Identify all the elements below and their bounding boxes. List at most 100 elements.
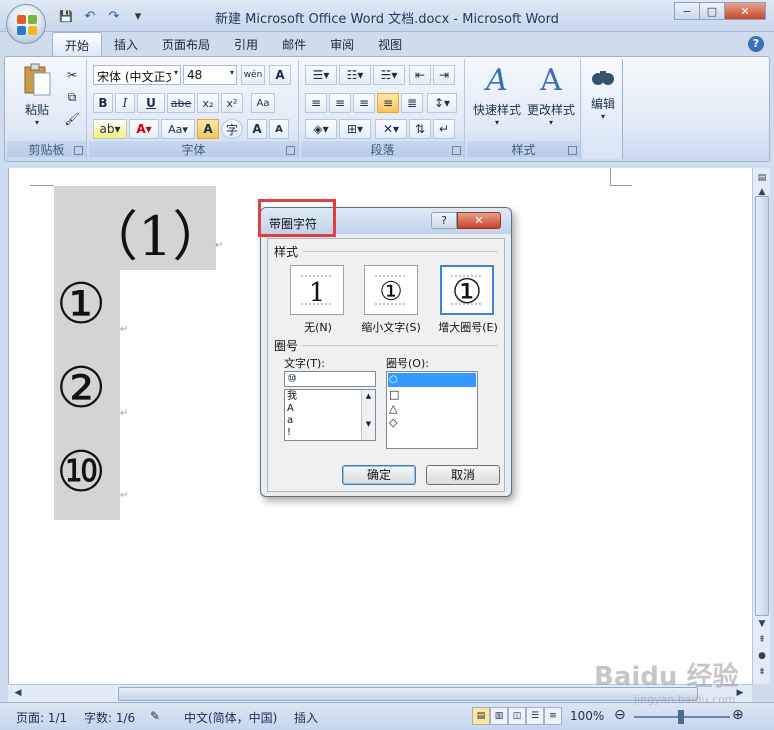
list-item[interactable]: 我 bbox=[287, 391, 297, 402]
enclose-characters-button[interactable]: 字 bbox=[221, 119, 243, 139]
zoom-slider-thumb[interactable] bbox=[678, 710, 684, 724]
phonetic-guide-button[interactable]: wén bbox=[241, 65, 265, 85]
style-option-none[interactable]: 1 bbox=[290, 265, 344, 315]
vertical-scroll-thumb[interactable] bbox=[755, 196, 769, 616]
tab-page-layout[interactable]: 页面布局 bbox=[150, 32, 222, 56]
list-item-selected[interactable]: ○ bbox=[388, 373, 476, 387]
bold-button[interactable]: B bbox=[93, 93, 113, 113]
dialog-close-button[interactable]: ✕ bbox=[457, 212, 501, 229]
highlight-icon[interactable]: ab▾ bbox=[93, 119, 127, 139]
show-marks-icon[interactable]: ↵ bbox=[433, 119, 455, 139]
line-spacing-icon[interactable]: ↕▾ bbox=[427, 93, 457, 113]
maximize-button[interactable]: □ bbox=[699, 2, 725, 20]
strikethrough-button[interactable]: abe bbox=[167, 93, 195, 113]
underline-button[interactable]: U bbox=[137, 93, 165, 113]
tab-review[interactable]: 审阅 bbox=[318, 32, 366, 56]
scroll-up-icon[interactable]: ▲ bbox=[362, 392, 375, 400]
tab-insert[interactable]: 插入 bbox=[102, 32, 150, 56]
tab-home[interactable]: 开始 bbox=[52, 32, 103, 56]
language-indicator[interactable]: 中文(简体，中国) bbox=[184, 709, 277, 726]
zoom-in-icon[interactable]: ⊕ bbox=[732, 707, 744, 723]
font-color-icon[interactable]: A▾ bbox=[129, 119, 159, 139]
font-name-combo[interactable]: 宋体 (中文正文)▾ bbox=[93, 65, 181, 85]
style-option-shrink-text[interactable]: ① bbox=[364, 265, 418, 315]
text-options-list[interactable]: 我 A a ! ▲ ▼ bbox=[284, 389, 376, 441]
page-count[interactable]: 页面: 1/1 bbox=[16, 709, 67, 726]
format-painter-icon[interactable]: 🖌 bbox=[63, 109, 81, 129]
dialog-help-button[interactable]: ? bbox=[431, 212, 457, 229]
help-icon[interactable]: ? bbox=[748, 36, 764, 52]
bullets-icon[interactable]: ☰▾ bbox=[305, 65, 337, 85]
web-layout-icon[interactable]: ◫ bbox=[508, 707, 526, 725]
change-case-button[interactable]: Aa▾ bbox=[161, 119, 195, 139]
character-shading-button[interactable]: A bbox=[197, 119, 219, 139]
cut-icon[interactable]: ✂ bbox=[63, 65, 81, 85]
zoom-out-icon[interactable]: ⊖ bbox=[614, 707, 626, 723]
sort-icon[interactable]: ⇅ bbox=[409, 119, 431, 139]
tab-references[interactable]: 引用 bbox=[222, 32, 270, 56]
outline-icon[interactable]: ☰ bbox=[526, 707, 544, 725]
text-input[interactable]: ⑩ bbox=[284, 371, 376, 387]
font-launcher-icon[interactable] bbox=[286, 146, 295, 155]
shrink-font-button[interactable]: A bbox=[269, 119, 289, 139]
list-item[interactable]: a bbox=[287, 415, 293, 426]
align-right-icon[interactable]: ≡ bbox=[353, 93, 375, 113]
chinese-layout-icon[interactable]: ✕▾ bbox=[375, 119, 407, 139]
insert-mode[interactable]: 插入 bbox=[294, 709, 318, 726]
editing-button[interactable]: 编辑 ▾ bbox=[583, 63, 623, 121]
list-scrollbar[interactable]: ▲ ▼ bbox=[361, 390, 375, 440]
increase-indent-icon[interactable]: ⇥ bbox=[433, 65, 455, 85]
proofing-icon[interactable]: ✎ bbox=[150, 709, 160, 723]
superscript-button[interactable]: x² bbox=[221, 93, 243, 113]
style-enlarge-preview: ① bbox=[451, 272, 483, 310]
office-button[interactable] bbox=[6, 4, 46, 44]
scroll-left-icon[interactable]: ◀ bbox=[10, 685, 26, 701]
paste-button[interactable]: 粘贴 ▾ bbox=[13, 63, 61, 127]
cancel-button[interactable]: 取消 bbox=[426, 465, 500, 485]
font-group: 宋体 (中文正文)▾ 48▾ wén A B I U abe x₂ x² Aa … bbox=[89, 59, 299, 159]
align-left-icon[interactable]: ≡ bbox=[305, 93, 327, 113]
clear-formatting-button[interactable]: Aa bbox=[251, 93, 275, 113]
close-button[interactable]: ✕ bbox=[724, 2, 766, 20]
font-size-combo[interactable]: 48 ▾ bbox=[183, 65, 237, 85]
italic-button[interactable]: I bbox=[115, 93, 135, 113]
scroll-down-icon[interactable]: ▼ bbox=[754, 616, 770, 632]
subscript-button[interactable]: x₂ bbox=[197, 93, 219, 113]
style-option-enlarge-symbol[interactable]: ① bbox=[440, 265, 494, 315]
justify-icon[interactable]: ≡ bbox=[377, 93, 399, 113]
multilevel-list-icon[interactable]: ☵▾ bbox=[373, 65, 405, 85]
enclosure-list[interactable]: ○ □ △ ◇ bbox=[386, 371, 478, 449]
list-item[interactable]: ! bbox=[287, 427, 291, 438]
decrease-indent-icon[interactable]: ⇤ bbox=[409, 65, 431, 85]
quick-styles-button[interactable]: A 快速样式 ▾ bbox=[471, 63, 523, 128]
word-count[interactable]: 字数: 1/6 bbox=[84, 709, 135, 726]
ok-button[interactable]: 确定 bbox=[342, 465, 416, 485]
shading-icon[interactable]: ◈▾ bbox=[305, 119, 337, 139]
change-styles-button[interactable]: A 更改样式 ▾ bbox=[525, 63, 577, 128]
character-border-button[interactable]: A bbox=[269, 65, 291, 85]
list-item[interactable]: △ bbox=[389, 403, 397, 414]
grow-font-button[interactable]: A bbox=[247, 119, 267, 139]
numbering-icon[interactable]: ☷▾ bbox=[339, 65, 371, 85]
list-item[interactable]: ◇ bbox=[389, 417, 397, 428]
scroll-down-icon[interactable]: ▼ bbox=[362, 420, 375, 428]
distributed-icon[interactable]: ≣ bbox=[401, 93, 423, 113]
styles-launcher-icon[interactable] bbox=[568, 146, 577, 155]
full-screen-reading-icon[interactable]: ▥ bbox=[490, 707, 508, 725]
copy-icon[interactable]: ⧉ bbox=[63, 87, 81, 107]
print-layout-icon[interactable]: ▤ bbox=[472, 707, 490, 725]
paragraph-mark: ↵ bbox=[215, 240, 224, 251]
borders-icon[interactable]: ⊞▾ bbox=[339, 119, 371, 139]
minimize-button[interactable]: − bbox=[674, 2, 700, 20]
tab-mailings[interactable]: 邮件 bbox=[270, 32, 318, 56]
align-center-icon[interactable]: ≡ bbox=[329, 93, 351, 113]
paragraph-launcher-icon[interactable] bbox=[452, 146, 461, 155]
tab-view[interactable]: 视图 bbox=[366, 32, 414, 56]
zoom-level[interactable]: 100% bbox=[570, 709, 604, 723]
previous-page-icon[interactable]: ⇞ bbox=[754, 632, 770, 648]
draft-icon[interactable]: ≡ bbox=[544, 707, 562, 725]
list-item[interactable]: A bbox=[287, 403, 294, 414]
vertical-scrollbar[interactable]: ▤ ▲ ▼ ⇞ ● ⇟ bbox=[752, 168, 770, 684]
clipboard-launcher-icon[interactable] bbox=[74, 146, 83, 155]
list-item[interactable]: □ bbox=[389, 389, 399, 400]
